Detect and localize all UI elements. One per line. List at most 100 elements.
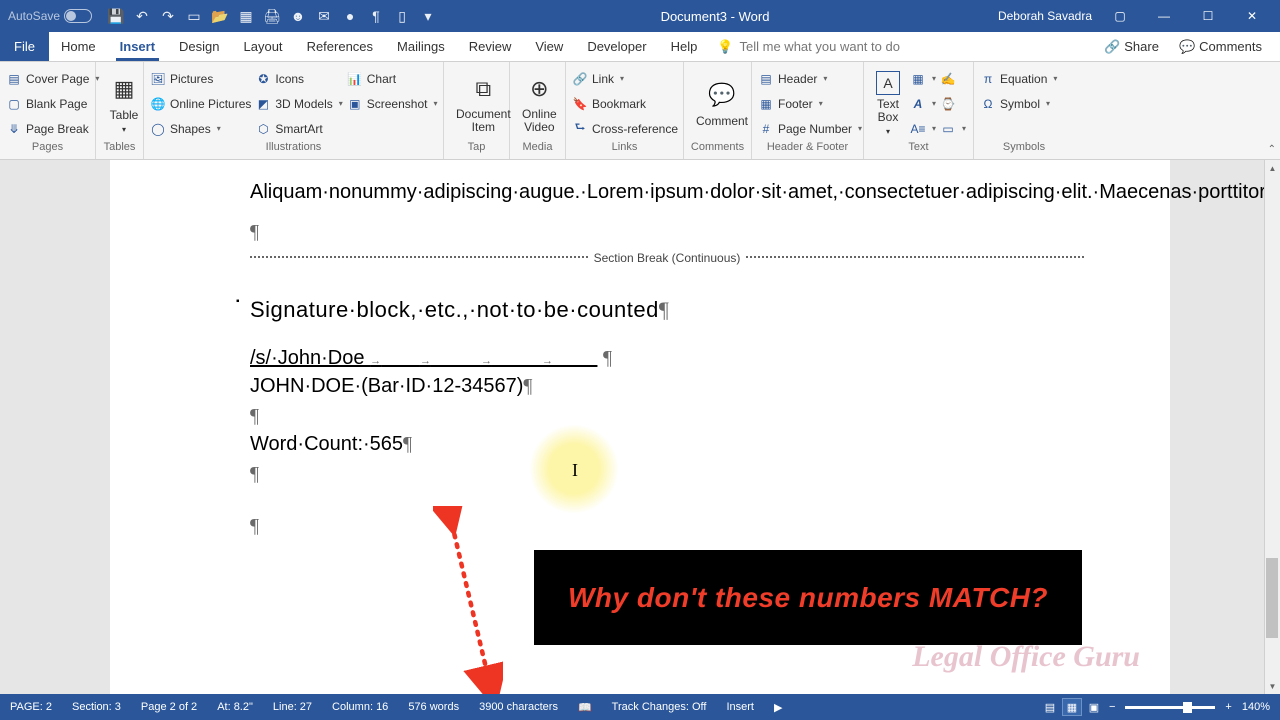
document-page[interactable]: Aliquam·nonummy·adipiscing·augue.·Lorem·… bbox=[110, 160, 1170, 694]
vertical-scrollbar[interactable]: ▲ ▼ bbox=[1264, 160, 1280, 694]
user-name[interactable]: Deborah Savadra bbox=[998, 9, 1092, 23]
paste-icon[interactable]: ▯ bbox=[394, 8, 410, 24]
blank-icon: ▢ bbox=[6, 96, 22, 112]
date-time-button[interactable]: ⌚ bbox=[940, 93, 966, 115]
autosave-toggle[interactable]: AutoSave bbox=[0, 9, 100, 23]
pages-group-label: Pages bbox=[6, 141, 89, 157]
tab-mailings[interactable]: Mailings bbox=[385, 32, 457, 61]
status-characters[interactable]: 3900 characters bbox=[469, 701, 568, 713]
table-button[interactable]: ▦Table▾ bbox=[102, 73, 146, 134]
status-column[interactable]: Column: 16 bbox=[322, 701, 398, 713]
online-pictures-button[interactable]: 🌐Online Pictures bbox=[150, 93, 251, 115]
new-icon[interactable]: ▭ bbox=[186, 8, 202, 24]
comments-button[interactable]: 💬Comments bbox=[1171, 39, 1270, 55]
equation-button[interactable]: πEquation bbox=[980, 68, 1057, 90]
3dmodels-button[interactable]: ◩3D Models bbox=[255, 93, 342, 115]
quickprint-icon[interactable]: ▦ bbox=[238, 8, 254, 24]
tab-references[interactable]: References bbox=[295, 32, 385, 61]
chart-button[interactable]: 📊Chart bbox=[347, 68, 438, 90]
cross-reference-button[interactable]: ⮑Cross-reference bbox=[572, 118, 678, 140]
status-insert-mode[interactable]: Insert bbox=[716, 701, 764, 713]
view-focus-icon[interactable]: ▤ bbox=[1040, 698, 1060, 716]
cover-page-button[interactable]: ▤Cover Page bbox=[6, 68, 99, 90]
tab-review[interactable]: Review bbox=[457, 32, 524, 61]
tab-layout[interactable]: Layout bbox=[232, 32, 295, 61]
omega-icon: Ω bbox=[980, 96, 996, 112]
screenshot-button[interactable]: ▣Screenshot bbox=[347, 93, 438, 115]
pictures-button[interactable]: 🖼Pictures bbox=[150, 68, 251, 90]
status-page-of[interactable]: Page 2 of 2 bbox=[131, 701, 207, 713]
pilcrow-icon[interactable]: ¶ bbox=[368, 8, 384, 24]
symbol-button[interactable]: ΩSymbol bbox=[980, 93, 1057, 115]
footer-button[interactable]: ▦Footer bbox=[758, 93, 862, 115]
blank-page-button[interactable]: ▢Blank Page bbox=[6, 93, 99, 115]
print-icon[interactable]: 🖨 bbox=[264, 8, 280, 24]
status-at[interactable]: At: 8.2" bbox=[207, 701, 263, 713]
quick-parts-button[interactable]: ▦ bbox=[910, 68, 936, 90]
zoom-level[interactable]: 140% bbox=[1242, 701, 1270, 713]
tab-insert[interactable]: Insert bbox=[108, 32, 167, 61]
redo-icon[interactable]: ↷ bbox=[160, 8, 176, 24]
mail-icon[interactable]: ✉ bbox=[316, 8, 332, 24]
scroll-thumb[interactable] bbox=[1266, 558, 1278, 638]
smartart-button[interactable]: ⬡SmartArt bbox=[255, 118, 342, 140]
ribbon-display-icon[interactable]: ▢ bbox=[1104, 6, 1136, 26]
page-number-button[interactable]: #Page Number bbox=[758, 118, 862, 140]
tab-design[interactable]: Design bbox=[167, 32, 231, 61]
view-web-icon[interactable]: ▣ bbox=[1084, 698, 1104, 716]
header-button[interactable]: ▤Header bbox=[758, 68, 862, 90]
scroll-down-icon[interactable]: ▼ bbox=[1265, 678, 1280, 694]
link-button[interactable]: 🔗Link bbox=[572, 68, 678, 90]
text-box-button[interactable]: AText Box▾ bbox=[870, 71, 906, 136]
status-section[interactable]: Section: 3 bbox=[62, 701, 131, 713]
tab-developer[interactable]: Developer bbox=[575, 32, 658, 61]
collapse-ribbon-icon[interactable]: ⌃ bbox=[1268, 144, 1276, 155]
undo-icon[interactable]: ↶ bbox=[134, 8, 150, 24]
status-page[interactable]: PAGE: 2 bbox=[0, 701, 62, 713]
close-icon[interactable]: ✕ bbox=[1236, 6, 1268, 26]
dropcap-button[interactable]: A≡ bbox=[910, 118, 936, 140]
status-words[interactable]: 576 words bbox=[398, 701, 469, 713]
document-title: Document3 - Word bbox=[444, 9, 986, 24]
save-icon[interactable]: 💾 bbox=[108, 8, 124, 24]
zoom-in-icon[interactable]: + bbox=[1225, 701, 1231, 713]
cube-icon: ◩ bbox=[255, 96, 271, 112]
shapes-button[interactable]: ◯Shapes bbox=[150, 118, 251, 140]
signature-line: /s/·John·Doe → → → → bbox=[250, 347, 597, 369]
docitem-icon: ⧉ bbox=[467, 73, 499, 105]
object-button[interactable]: ▭ bbox=[940, 118, 966, 140]
bookmark-button[interactable]: 🔖Bookmark bbox=[572, 93, 678, 115]
tab-help[interactable]: Help bbox=[659, 32, 710, 61]
signature-line-button[interactable]: ✍ bbox=[940, 68, 966, 90]
header-icon: ▤ bbox=[758, 71, 774, 87]
word-count-text: Word·Count:·565 bbox=[250, 433, 403, 455]
share-button[interactable]: 🔗Share bbox=[1096, 39, 1167, 55]
file-tab[interactable]: File bbox=[0, 32, 49, 61]
break-icon: ⤋ bbox=[6, 121, 22, 137]
view-print-icon[interactable]: ▦ bbox=[1062, 698, 1082, 716]
status-macro-icon[interactable]: ▶ bbox=[764, 701, 792, 714]
footer-icon: ▦ bbox=[758, 96, 774, 112]
status-line[interactable]: Line: 27 bbox=[263, 701, 322, 713]
open-icon[interactable]: 📂 bbox=[212, 8, 228, 24]
document-item-button[interactable]: ⧉Document Item bbox=[450, 73, 517, 134]
scroll-up-icon[interactable]: ▲ bbox=[1265, 160, 1280, 176]
tab-home[interactable]: Home bbox=[49, 32, 108, 61]
zoom-out-icon[interactable]: − bbox=[1109, 701, 1115, 713]
icons-button[interactable]: ✪Icons bbox=[255, 68, 342, 90]
status-track-changes[interactable]: Track Changes: Off bbox=[602, 701, 717, 713]
illustrations-group-label: Illustrations bbox=[150, 141, 437, 157]
qat-more-icon[interactable]: ▾ bbox=[420, 8, 436, 24]
comment-button[interactable]: 💬Comment bbox=[690, 79, 754, 128]
record-icon[interactable]: ● bbox=[342, 8, 358, 24]
page-break-button[interactable]: ⤋Page Break bbox=[6, 118, 99, 140]
wordart-button[interactable]: A bbox=[910, 93, 936, 115]
status-spelling[interactable]: 📖 bbox=[568, 701, 602, 714]
emoji-icon[interactable]: ☻ bbox=[290, 8, 306, 24]
online-video-button[interactable]: ⊕Online Video bbox=[516, 73, 563, 134]
tab-view[interactable]: View bbox=[523, 32, 575, 61]
maximize-icon[interactable]: ☐ bbox=[1192, 6, 1224, 26]
zoom-slider[interactable] bbox=[1125, 706, 1215, 709]
tell-me-search[interactable]: 💡Tell me what you want to do bbox=[709, 32, 1086, 61]
minimize-icon[interactable]: — bbox=[1148, 6, 1180, 26]
